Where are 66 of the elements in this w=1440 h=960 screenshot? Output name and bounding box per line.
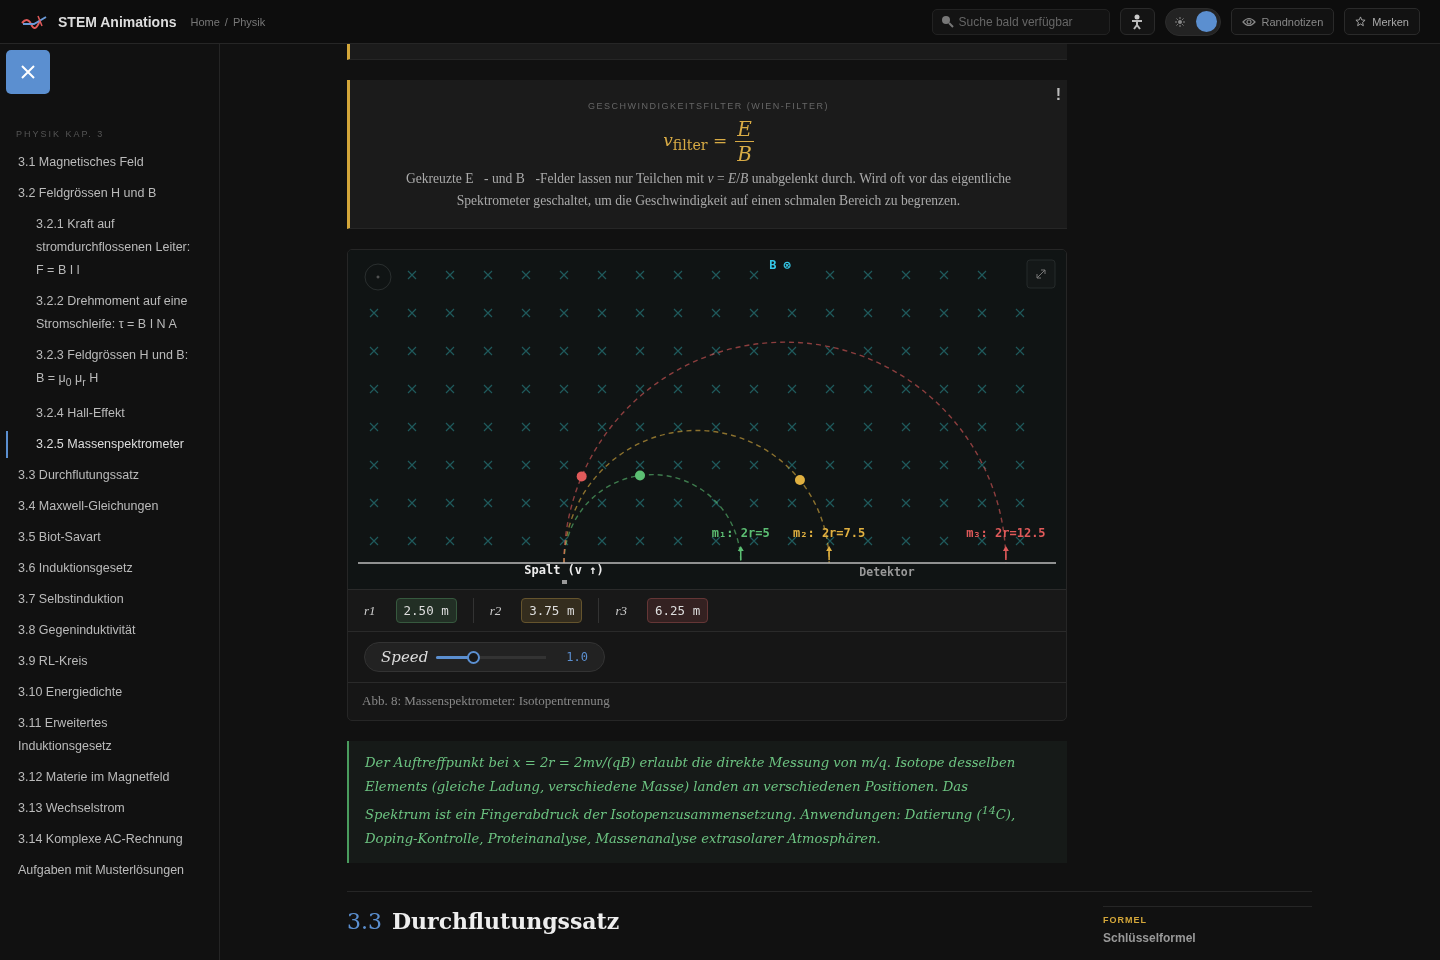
sidebar-item[interactable]: 3.12 Materie im Magnetfeld — [0, 761, 219, 793]
sidebar-item[interactable]: 3.4 Maxwell-Gleichungen — [0, 490, 219, 522]
sidebar-item[interactable]: 3.6 Induktionsgesetz — [0, 552, 219, 584]
alert-mark: ! — [1055, 86, 1061, 104]
radius-label: r1 — [364, 602, 376, 619]
accessibility-button[interactable] — [1119, 8, 1155, 35]
search-field[interactable]: Suche bald verfügbar — [931, 8, 1110, 35]
detector-label: Detektor — [859, 565, 915, 579]
sun-icon — [1174, 16, 1185, 27]
sidebar-item[interactable]: 3.8 Gegeninduktivität — [0, 614, 219, 646]
radius-label: r2 — [489, 602, 502, 619]
radius-value: 6.25 m — [647, 598, 709, 623]
sidebar-item[interactable]: 3.9 RL-Kreis — [0, 645, 219, 677]
sidebar-item[interactable]: 3.3 Durchflutungssatz — [0, 459, 219, 491]
arrow-icon — [1002, 546, 1009, 561]
breadcrumb-link[interactable]: Home — [190, 15, 220, 28]
field-label: B ⊗ — [769, 258, 791, 272]
slider-thumb[interactable] — [466, 650, 480, 664]
formula-numerator: E — [735, 117, 754, 142]
mass-label: m₁: 2r=5 — [711, 526, 770, 540]
sidebar-item[interactable]: 3.5 Biot-Savart — [0, 521, 219, 553]
sidebar-item[interactable]: 3.2 Feldgrössen H und B — [0, 178, 219, 209]
sidebar-item[interactable]: 3.1 Magnetisches Feld — [0, 147, 219, 178]
brand-name[interactable]: STEM Animations — [58, 13, 177, 30]
breadcrumb-link[interactable]: Physik — [232, 15, 266, 28]
note-text: Der Auftreffpunkt bei x = 2r = 2mv/(qB) erlaubt die direkte Messung von m/q. Isotope desselben Elements (gleiche Ladung, verschiedene Masse) landen an verschiedenen Positionen. Das Spektrum ist ein Fingerabdruck der Isotopenzusammensetzung. Anwendungen: Datierung ($^{14}$C), Doping-Kontrolle, Proteinanalyse, Massenanalyse extrasolarer Atmosphären. — [347, 741, 1067, 864]
sidebar-item[interactable]: 3.2.4 Hall-Effekt — [0, 397, 219, 429]
sidebar-item[interactable]: 3.14 Komplexe AC-Rechnung — [0, 823, 219, 855]
speed-label: Speed — [381, 648, 429, 666]
card-text: Gekreuzte E⃗- und B⃗-Felder lassen nur Teilchen mit v = E/B unabgelenkt durch. Wird oft vor das eigentliche Spektrometer geschaltet, um die Geschwindigkeit auf einen schmalen Bereich zu begrenzen. — [404, 170, 1013, 210]
sidebar-item[interactable]: 3.2.3 Feldgrössen H und B: B = μ$_{0}$ μ$_{r}$ H — [0, 340, 219, 398]
radius-value: 3.75 m — [521, 598, 583, 623]
notes-button[interactable]: Randnotizen — [1230, 8, 1335, 35]
sidebar-item[interactable]: 3.2.1 Kraft auf stromdurchflossenen Leiter: F = B I l — [0, 209, 219, 286]
bookmark-button[interactable]: Merken — [1344, 8, 1420, 35]
aside-title: Schlüsselformel — [1103, 931, 1197, 946]
slit-marker — [562, 580, 567, 584]
section-label: PHYSIK KAP. 3 — [16, 129, 106, 139]
sidebar-item[interactable]: 3.11 Erweitertes Induktionsgesetz — [0, 707, 219, 762]
close-button[interactable] — [6, 50, 50, 94]
section-heading: Durchflutungssatz — [392, 908, 620, 935]
aside-label: FORMEL — [1103, 915, 1148, 926]
sidebar-item[interactable]: 3.10 Energiedichte — [0, 676, 219, 708]
formula-denominator: B — [737, 142, 752, 166]
speed-value: 1.0 — [566, 650, 588, 664]
formula-lhs: v$_{filter}$ = — [663, 129, 728, 154]
mass-label: m₃: 2r=12.5 — [966, 526, 1046, 540]
card-title: GESCHWINDIGKEITSFILTER (WIEN-FILTER) — [587, 101, 830, 111]
figure-caption: Abb. 8: Massenspektrometer: Isotopentrennung — [361, 692, 611, 710]
mass-label: m₂: 2r=7.5 — [793, 526, 866, 540]
sidebar-item[interactable]: 3.7 Selbstinduktion — [0, 583, 219, 615]
sidebar-item[interactable]: Aufgaben mit Musterlösungen — [0, 854, 219, 886]
arrow-icon — [737, 546, 744, 561]
eye-icon — [1241, 16, 1256, 27]
section-number: 3.3 — [347, 909, 382, 935]
sidebar-item[interactable]: 3.2.5 Massenspektrometer — [0, 428, 219, 460]
slit-label: Spalt (v ↑) — [524, 563, 604, 577]
sidebar-item[interactable]: 3.13 Wechselstrom — [0, 792, 219, 824]
breadcrumb-separator: / — [224, 15, 228, 28]
close-icon — [20, 64, 36, 80]
theme-toggle[interactable] — [1164, 7, 1221, 36]
sidebar-item[interactable]: 3.2.2 Drehmoment auf eine Stromschleife: τ = B I N A — [0, 286, 219, 340]
radius-value: 2.50 m — [395, 598, 457, 623]
arrow-icon — [826, 546, 833, 561]
star-icon — [1355, 16, 1367, 27]
radius-label: r3 — [615, 602, 627, 619]
